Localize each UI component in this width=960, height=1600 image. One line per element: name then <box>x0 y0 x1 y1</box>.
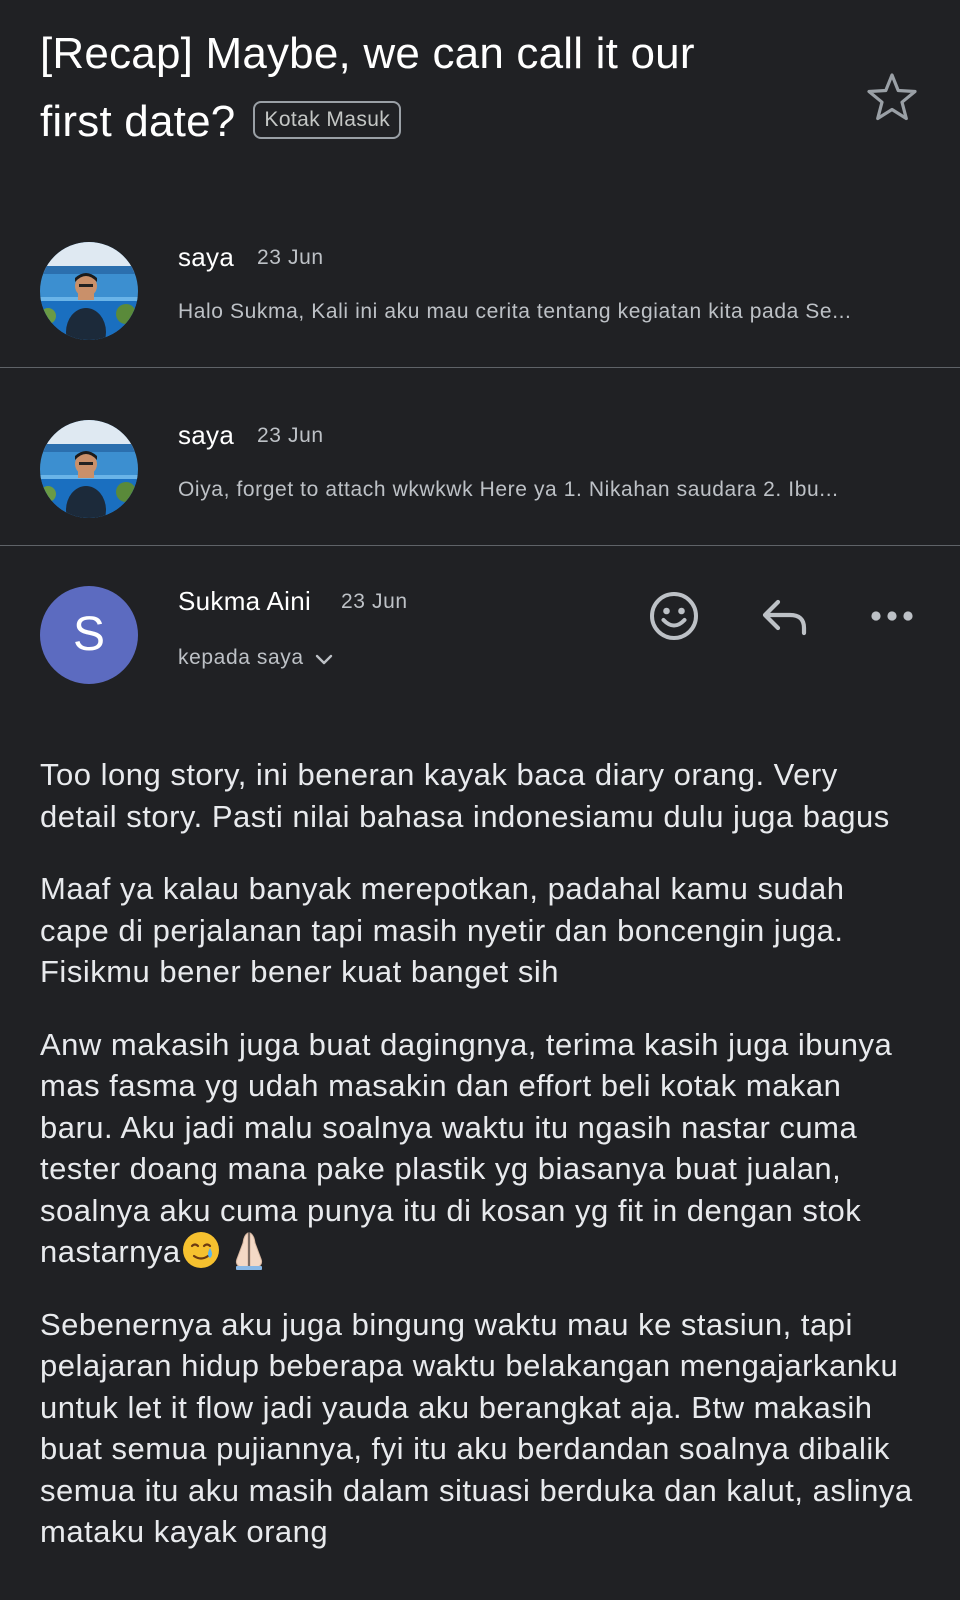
reply-icon[interactable] <box>756 588 812 644</box>
message-snippet: Halo Sukma, Kali ini aku mau cerita tent… <box>178 300 852 323</box>
recipient-text: kepada saya <box>178 646 304 669</box>
message-date: 23 Jun <box>257 246 324 269</box>
chevron-down-icon <box>315 655 332 665</box>
divider <box>0 545 960 546</box>
inbox-label-chip[interactable]: Kotak Masuk <box>253 101 402 140</box>
collapsed-message-2[interactable]: saya 23 Jun Oiya, forget to attach wkwkw… <box>0 368 960 546</box>
message-date: 23 Jun <box>257 424 324 447</box>
message-date: 23 Jun <box>341 590 408 613</box>
body-paragraph-with-emoji: Anw makasih juga buat dagingnya, terima … <box>40 1024 920 1273</box>
avatar <box>40 242 138 340</box>
subject-text: first date? <box>40 97 236 146</box>
add-reaction-icon[interactable] <box>646 588 702 644</box>
thread-subject: [Recap] Maybe, we can call it our first … <box>40 20 820 156</box>
recipient-details-toggle[interactable]: kepada saya <box>178 646 334 670</box>
smiling-face-with-tear-emoji <box>182 1231 219 1268</box>
sender-name: saya <box>178 420 235 450</box>
message-body: Too long story, ini beneran kayak baca d… <box>40 754 920 1584</box>
avatar <box>40 420 138 518</box>
body-paragraph-text: Anw makasih juga buat dagingnya, terima … <box>40 1026 893 1270</box>
subject-line-1: [Recap] Maybe, we can call it our <box>40 29 695 78</box>
collapsed-message-1[interactable]: saya 23 Jun Halo Sukma, Kali ini aku mau… <box>0 190 960 368</box>
subject-line-2: first date? Kotak Masuk <box>40 88 820 156</box>
body-paragraph: Maaf ya kalau banyak merepotkan, padahal… <box>40 871 845 989</box>
sender-name: Sukma Aini <box>178 586 312 616</box>
sender-name: saya <box>178 242 235 272</box>
sender-avatar: S <box>40 586 138 684</box>
body-paragraph: Too long story, ini beneran kayak baca d… <box>40 757 890 834</box>
body-paragraph: Sebenernya aku juga bingung waktu mau ke… <box>40 1306 913 1550</box>
folded-hands-emoji <box>235 1232 262 1270</box>
more-horizontal-icon[interactable] <box>864 588 920 644</box>
message-snippet: Oiya, forget to attach wkwkwk Here ya 1.… <box>178 478 839 501</box>
star-icon[interactable] <box>864 70 920 126</box>
